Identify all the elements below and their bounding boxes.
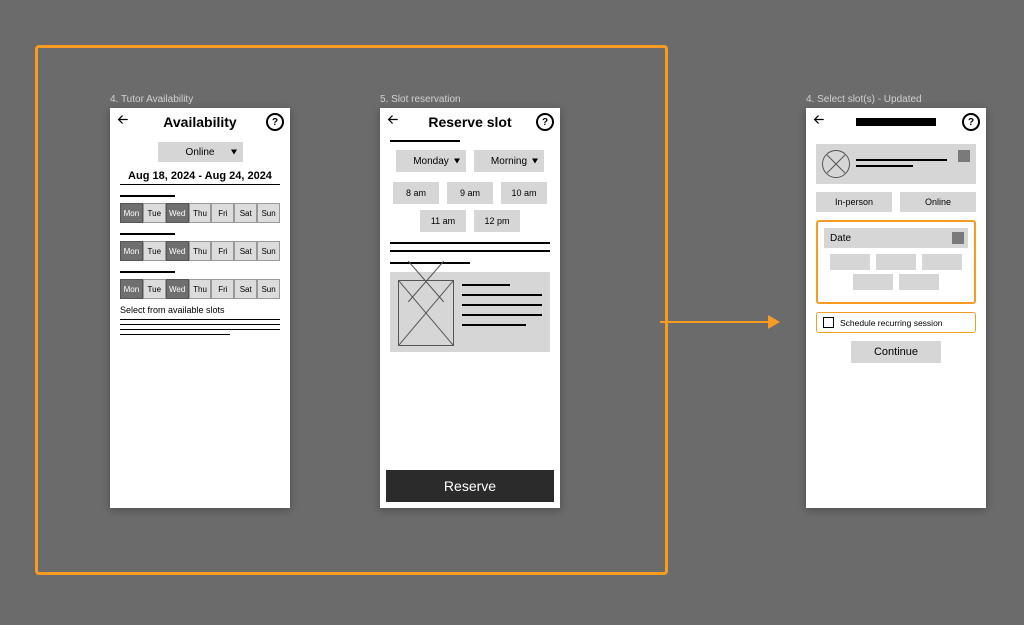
day-thu[interactable]: Thu	[189, 203, 212, 223]
header: Reserve slot ?	[380, 108, 560, 136]
caption-screen-1: 4. Tutor Availability	[110, 94, 193, 105]
mode-select[interactable]: Online	[158, 142, 243, 162]
slot-option[interactable]	[830, 254, 870, 270]
caption-screen-2: 5. Slot reservation	[380, 94, 461, 105]
caption-screen-3: 4. Select slot(s) - Updated	[806, 94, 922, 105]
help-icon[interactable]: ?	[266, 113, 284, 131]
chevron-down-icon	[454, 156, 460, 167]
section-divider	[390, 262, 470, 264]
text-line	[120, 329, 280, 330]
day-mon[interactable]: Mon	[120, 241, 143, 261]
page-title: Reserve slot	[428, 114, 511, 130]
text-line	[390, 242, 550, 244]
summary-card	[390, 272, 550, 352]
day-wed[interactable]: Wed	[166, 203, 189, 223]
avatar-icon	[822, 150, 850, 178]
recurring-session-option[interactable]: Schedule recurring session	[816, 312, 976, 333]
tutor-text-lines	[856, 157, 970, 171]
week-row-3: Mon Tue Wed Thu Fri Sat Sun	[120, 279, 280, 299]
tutor-card[interactable]	[816, 144, 976, 184]
day-sat[interactable]: Sat	[234, 279, 257, 299]
image-placeholder-icon	[398, 280, 454, 346]
page-title: Availability	[163, 114, 236, 130]
text-line	[120, 324, 280, 325]
mode-online[interactable]: Online	[900, 192, 976, 212]
screen-reserve-slot: Reserve slot ? Monday Morning 8 am 9 am …	[380, 108, 560, 508]
week-row-2: Mon Tue Wed Thu Fri Sat Sun	[120, 241, 280, 261]
reserve-button[interactable]: Reserve	[386, 470, 554, 502]
summary-text-lines	[462, 280, 542, 344]
slot-option[interactable]	[876, 254, 916, 270]
mode-select-label: Online	[186, 147, 215, 158]
help-icon[interactable]: ?	[962, 113, 980, 131]
mode-in-person[interactable]: In-person	[816, 192, 892, 212]
available-slots-label: Select from available slots	[120, 305, 280, 315]
slot-option[interactable]	[922, 254, 962, 270]
section-divider	[120, 271, 175, 273]
day-mon[interactable]: Mon	[120, 279, 143, 299]
date-range[interactable]: Aug 18, 2024 - Aug 24, 2024	[120, 170, 280, 185]
time-10am[interactable]: 10 am	[501, 182, 547, 204]
day-select[interactable]: Monday	[396, 150, 466, 172]
time-9am[interactable]: 9 am	[447, 182, 493, 204]
help-icon[interactable]: ?	[536, 113, 554, 131]
day-sat[interactable]: Sat	[234, 203, 257, 223]
calendar-icon	[952, 232, 964, 244]
day-sat[interactable]: Sat	[234, 241, 257, 261]
arrow-right-icon	[768, 315, 780, 329]
section-divider	[120, 233, 175, 235]
time-11am[interactable]: 11 am	[420, 210, 466, 232]
text-line	[390, 250, 550, 252]
day-tue[interactable]: Tue	[143, 279, 166, 299]
back-icon[interactable]	[116, 113, 130, 132]
action-square-icon[interactable]	[958, 150, 970, 162]
recurring-label: Schedule recurring session	[840, 318, 943, 328]
day-thu[interactable]: Thu	[189, 241, 212, 261]
chevron-down-icon	[231, 147, 237, 158]
text-line	[120, 319, 280, 320]
day-wed[interactable]: Wed	[166, 241, 189, 261]
day-fri[interactable]: Fri	[211, 203, 234, 223]
slot-option[interactable]	[899, 274, 939, 290]
week-row-1: Mon Tue Wed Thu Fri Sat Sun	[120, 203, 280, 223]
date-select-label: Date	[830, 233, 851, 244]
reserve-button-label: Reserve	[444, 478, 496, 494]
day-thu[interactable]: Thu	[189, 279, 212, 299]
page-title-redacted	[856, 118, 936, 126]
day-sun[interactable]: Sun	[257, 241, 280, 261]
date-select[interactable]: Date	[824, 228, 968, 248]
back-icon[interactable]	[386, 113, 400, 132]
day-fri[interactable]: Fri	[211, 279, 234, 299]
screen-select-slots-updated: ? In-person Online Date	[806, 108, 986, 508]
back-icon[interactable]	[812, 113, 826, 132]
slot-option[interactable]	[853, 274, 893, 290]
day-wed[interactable]: Wed	[166, 279, 189, 299]
section-divider	[120, 195, 175, 197]
chevron-down-icon	[532, 156, 538, 167]
header: Availability ?	[110, 108, 290, 136]
recurring-checkbox[interactable]	[823, 317, 834, 328]
time-12pm[interactable]: 12 pm	[474, 210, 520, 232]
flow-arrow	[660, 310, 780, 334]
header: ?	[806, 108, 986, 136]
day-select-label: Monday	[413, 156, 449, 167]
section-divider	[390, 140, 460, 142]
daypart-select[interactable]: Morning	[474, 150, 544, 172]
continue-button-label: Continue	[874, 346, 918, 358]
daypart-select-label: Morning	[491, 156, 527, 167]
date-slot-panel: Date	[816, 220, 976, 304]
screen-availability: Availability ? Online Aug 18, 2024 - Aug…	[110, 108, 290, 508]
text-line	[120, 334, 230, 335]
day-mon[interactable]: Mon	[120, 203, 143, 223]
day-sun[interactable]: Sun	[257, 279, 280, 299]
day-tue[interactable]: Tue	[143, 203, 166, 223]
day-tue[interactable]: Tue	[143, 241, 166, 261]
day-sun[interactable]: Sun	[257, 203, 280, 223]
continue-button[interactable]: Continue	[851, 341, 941, 363]
day-fri[interactable]: Fri	[211, 241, 234, 261]
time-8am[interactable]: 8 am	[393, 182, 439, 204]
